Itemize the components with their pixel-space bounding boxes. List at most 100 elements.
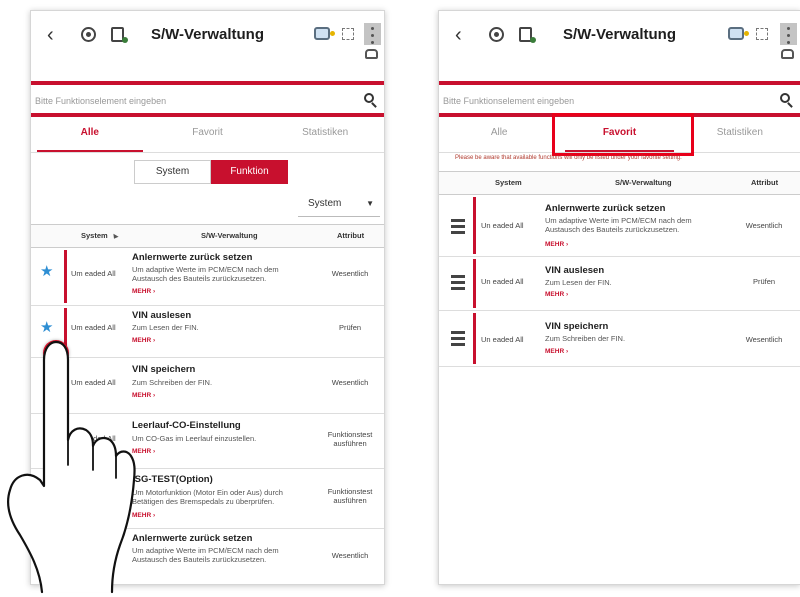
- row-attr: Wesentlich: [745, 221, 783, 230]
- more-link[interactable]: MEHR ›: [545, 348, 568, 355]
- row-name: VIN speichern: [132, 364, 196, 375]
- row-system: Um eaded All: [71, 491, 116, 500]
- tab-alle[interactable]: Alle: [31, 119, 149, 152]
- row-system: Un eaded All: [481, 277, 524, 286]
- row-name: ISG-TEST(Option): [132, 474, 213, 485]
- toggle-funktion-button[interactable]: Funktion: [211, 160, 288, 184]
- view-toggle: System Funktion: [134, 160, 288, 184]
- header-sw-label: S/W-Verwaltung: [615, 178, 672, 187]
- table-row[interactable]: Un eaded All VIN auslesen Zum Lesen der …: [439, 257, 800, 311]
- row-accent-bar: [64, 360, 67, 411]
- row-system: Um eaded All: [71, 434, 116, 443]
- row-desc: Zum Lesen der FIN.: [545, 278, 612, 287]
- row-attr: Wesentlich: [331, 551, 369, 560]
- row-accent-bar: [473, 313, 476, 364]
- row-attr: Funktionstest ausführen: [327, 487, 373, 505]
- app-bar: ‹ S/W-Verwaltung: [439, 11, 800, 61]
- car-icon[interactable]: [365, 49, 378, 59]
- table-row[interactable]: ★ Um eaded All Anlernwerte zurück setzen…: [31, 248, 384, 306]
- search-input[interactable]: [35, 91, 358, 111]
- row-accent-bar: [473, 259, 476, 308]
- header-system[interactable]: System: [495, 172, 522, 194]
- header-system[interactable]: System: [81, 225, 119, 247]
- row-attr: Wesentlich: [745, 335, 783, 344]
- row-desc: Um adaptive Werte im PCM/ECM nach dem Au…: [545, 216, 692, 234]
- table-row[interactable]: Um eaded All ISG-TEST(Option) Um Motorfu…: [31, 469, 384, 529]
- row-attr: Wesentlich: [331, 269, 369, 278]
- header-system-label: System: [495, 178, 522, 187]
- row-system: Um eaded All: [71, 269, 116, 278]
- header-sw-label: S/W-Verwaltung: [201, 231, 258, 240]
- row-name: VIN auslesen: [545, 265, 605, 276]
- favorite-notice: Please be aware that available functions…: [455, 155, 682, 161]
- tab-statistiken[interactable]: Statistiken: [266, 119, 384, 152]
- header-attr[interactable]: Attribut: [751, 172, 778, 194]
- toggle-system-button[interactable]: System: [134, 160, 211, 184]
- table-row[interactable]: Um eaded All VIN speichern Zum Schreiben…: [31, 358, 384, 414]
- overflow-menu-icon[interactable]: [364, 23, 381, 45]
- more-link[interactable]: MEHR ›: [132, 288, 155, 295]
- drag-handle-icon[interactable]: [451, 331, 465, 349]
- row-desc: Zum Lesen der FIN.: [132, 323, 199, 332]
- search-bar: [439, 81, 800, 117]
- row-attr: Funktionstest ausführen: [327, 430, 373, 448]
- row-name: Anlernwerte zurück setzen: [132, 533, 253, 544]
- more-link[interactable]: MEHR ›: [132, 512, 155, 519]
- drag-handle-icon[interactable]: [451, 219, 465, 237]
- car-icon[interactable]: [781, 49, 794, 59]
- row-accent-bar: [64, 416, 67, 466]
- table-row[interactable]: Un eaded All Anlernwerte zurück setzen U…: [439, 195, 800, 257]
- sort-icon: [111, 233, 119, 241]
- left-screen: ‹ S/W-Verwaltung Alle Favorit Statistike…: [30, 10, 385, 585]
- tab-favorit[interactable]: Favorit: [149, 119, 267, 152]
- row-desc: Zum Schreiben der FIN.: [545, 334, 626, 343]
- header-attr-label: Attribut: [337, 231, 365, 240]
- header-sw[interactable]: S/W-Verwaltung: [201, 225, 258, 247]
- fullscreen-icon[interactable]: [756, 28, 768, 40]
- row-accent-bar: [64, 250, 67, 303]
- search-input[interactable]: [443, 91, 774, 111]
- vehicle-info-icon[interactable]: [728, 27, 749, 40]
- header-system-label: System: [81, 231, 108, 240]
- row-system: Um eaded All: [71, 323, 116, 332]
- star-icon[interactable]: ★: [40, 264, 53, 279]
- chevron-down-icon: ▼: [366, 199, 374, 208]
- row-system: Un eaded All: [481, 221, 524, 230]
- row-system: Un eaded All: [481, 335, 524, 344]
- row-accent-bar: [473, 197, 476, 254]
- more-link[interactable]: MEHR ›: [132, 448, 155, 455]
- more-link[interactable]: MEHR ›: [545, 291, 568, 298]
- row-attr: Prüfen: [752, 277, 776, 286]
- header-attr[interactable]: Attribut: [337, 225, 364, 247]
- fullscreen-icon[interactable]: [342, 28, 354, 40]
- vehicle-info-icon[interactable]: [314, 27, 335, 40]
- row-attr: Prüfen: [338, 323, 362, 332]
- table-row[interactable]: ★ Um eaded All VIN auslesen Zum Lesen de…: [31, 306, 384, 358]
- search-icon[interactable]: [780, 93, 790, 103]
- more-link[interactable]: MEHR ›: [132, 337, 155, 344]
- app-bar: ‹ S/W-Verwaltung: [31, 11, 384, 61]
- header-sw[interactable]: S/W-Verwaltung: [615, 172, 672, 194]
- row-accent-bar: [64, 471, 67, 526]
- table-row[interactable]: Un eaded All VIN speichern Zum Schreiben…: [439, 311, 800, 367]
- system-filter-select[interactable]: System ▼: [298, 193, 380, 217]
- right-screen: ‹ S/W-Verwaltung Alle Favorit Statistike…: [438, 10, 800, 585]
- search-icon[interactable]: [364, 93, 374, 103]
- row-desc: Um CO-Gas im Leerlauf einzustellen.: [132, 434, 257, 443]
- table-header: System S/W-Verwaltung Attribut: [439, 171, 800, 195]
- overflow-menu-icon[interactable]: [780, 23, 797, 45]
- table-row[interactable]: Um eaded All Leerlauf-CO-Einstellung Um …: [31, 414, 384, 469]
- tap-indicator: [43, 340, 69, 366]
- row-name: Anlernwerte zurück setzen: [545, 203, 666, 214]
- row-name: Anlernwerte zurück setzen: [132, 252, 253, 263]
- tab-alle[interactable]: Alle: [439, 119, 559, 152]
- star-icon[interactable]: ★: [40, 320, 53, 335]
- row-name: VIN auslesen: [132, 310, 192, 321]
- row-name: VIN speichern: [545, 321, 609, 332]
- row-accent-bar: [64, 531, 67, 584]
- drag-handle-icon[interactable]: [451, 275, 465, 293]
- table-row[interactable]: Anlernwerte zurück setzen Um adaptive We…: [31, 529, 384, 584]
- tab-statistiken[interactable]: Statistiken: [680, 119, 800, 152]
- more-link[interactable]: MEHR ›: [132, 392, 155, 399]
- more-link[interactable]: MEHR ›: [545, 241, 568, 248]
